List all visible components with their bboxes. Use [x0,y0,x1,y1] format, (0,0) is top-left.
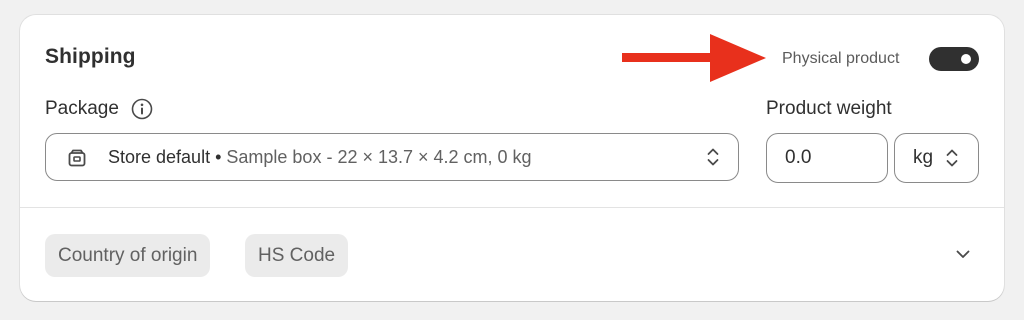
info-icon[interactable] [131,98,153,120]
product-weight-input[interactable]: 0.0 [766,133,888,183]
weight-unit-value: kg [913,147,934,168]
package-icon [68,149,86,167]
chevron-up-down-icon [707,148,719,166]
country-of-origin-chip[interactable]: Country of origin [45,234,211,277]
physical-product-label: Physical product [782,50,900,67]
package-select-value: Store default • Sample box - 22 × 13.7 ×… [108,147,532,168]
toggle-knob [961,54,971,64]
weight-unit-select[interactable]: kg [894,133,979,183]
package-name: Store default [108,147,211,167]
hs-code-chip[interactable]: HS Code [245,234,349,277]
annotation-arrow-icon [622,34,766,82]
package-detail: Sample box - 22 × 13.7 × 4.2 cm, 0 kg [226,147,532,167]
chevron-up-down-icon [946,149,958,167]
package-select[interactable]: Store default • Sample box - 22 × 13.7 ×… [45,133,739,181]
section-title: Shipping [45,45,136,68]
product-weight-label: Product weight [766,98,892,119]
package-separator: • [210,147,227,167]
physical-product-toggle[interactable] [929,47,979,71]
package-label-row: Package [45,98,153,120]
section-divider [20,207,1004,208]
chevron-down-icon[interactable] [954,245,972,263]
shipping-card: Shipping Physical product Package Store … [20,15,1004,301]
package-label: Package [45,98,119,119]
